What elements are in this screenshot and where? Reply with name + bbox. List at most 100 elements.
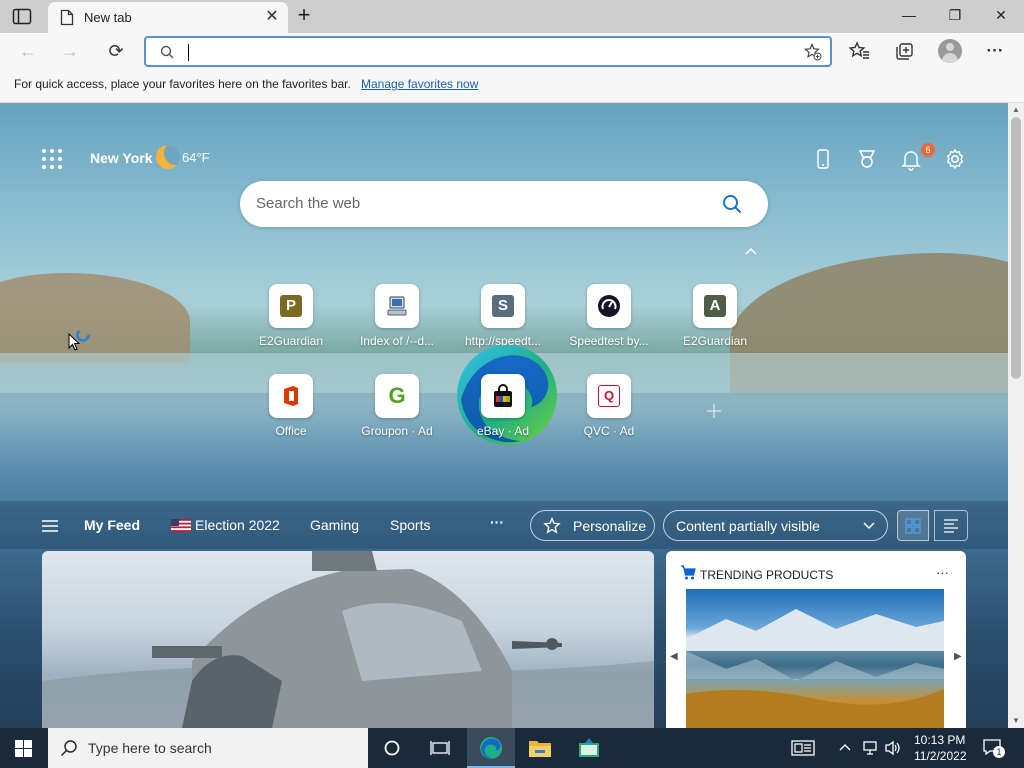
page-scrollbar[interactable]: ▲ ▼	[1008, 103, 1024, 728]
tab-election-2022[interactable]: Election 2022	[195, 517, 280, 533]
list-layout-icon	[944, 519, 958, 533]
helicopter-image	[42, 551, 654, 728]
windows-taskbar: Type here to search 10:13 PM 11/2/2022 1	[0, 728, 1024, 768]
tab-close-icon[interactable]: ✕	[262, 7, 282, 27]
moon-icon	[156, 145, 180, 169]
start-button[interactable]	[0, 728, 48, 768]
minimize-button[interactable]: —	[886, 0, 932, 30]
manage-favorites-link[interactable]: Manage favorites now	[361, 77, 478, 91]
computer-icon	[387, 296, 407, 316]
search-icon	[61, 740, 77, 756]
mountain-lake-image	[686, 609, 944, 728]
trending-products-card[interactable]: TRENDING PRODUCTS ··· ◀ ▶	[666, 551, 966, 728]
add-quick-link-plus-icon[interactable]	[705, 402, 723, 420]
quick-link-icon: S	[492, 295, 514, 317]
cortana-button[interactable]	[368, 728, 416, 768]
tab-my-feed[interactable]: My Feed	[84, 517, 140, 533]
web-search-placeholder[interactable]: Search the web	[256, 195, 360, 212]
browser-toolbar: ← → ⟳ ···	[0, 33, 1024, 69]
shopping-cart-icon	[681, 565, 696, 580]
weather-city[interactable]: New York	[90, 150, 153, 166]
quick-link-label: Groupon · Ad	[361, 424, 433, 438]
forward-button[interactable]: →	[58, 39, 82, 63]
quick-link-tile[interactable]: Office	[243, 374, 339, 454]
loading-spinner-icon	[76, 328, 90, 342]
taskbar-search-placeholder[interactable]: Type here to search	[88, 740, 212, 756]
new-tab-button[interactable]: +	[292, 4, 316, 28]
scroll-down-arrow-icon[interactable]: ▼	[1008, 714, 1024, 728]
content-visibility-dropdown[interactable]: Content partially visible	[663, 510, 888, 541]
settings-and-more-button[interactable]: ···	[983, 39, 1007, 63]
cortana-circle-icon	[384, 740, 400, 756]
favorites-bar-message: For quick access, place your favorites h…	[14, 77, 351, 91]
rewards-icon[interactable]	[855, 147, 879, 171]
carousel-next-arrow-icon[interactable]: ▶	[954, 651, 962, 662]
quick-link-icon: A	[704, 295, 726, 317]
carousel-prev-arrow-icon[interactable]: ◀	[670, 651, 678, 662]
window-close-button[interactable]: ✕	[978, 0, 1024, 30]
qvc-icon: Q	[598, 385, 620, 407]
list-view-button[interactable]	[934, 510, 968, 541]
quick-link-label: Index of /--d...	[359, 334, 435, 348]
feed-more-button[interactable]: ···	[490, 514, 504, 530]
taskbar-file-explorer-app[interactable]	[516, 728, 564, 768]
refresh-button[interactable]: ⟳	[104, 39, 128, 63]
maximize-button[interactable]: ❐	[932, 0, 978, 30]
taskbar-clock-date[interactable]: 11/2/2022	[914, 749, 967, 763]
us-flag-icon	[171, 519, 191, 532]
quick-link-tile[interactable]: eBay · Ad	[455, 374, 551, 454]
profile-avatar[interactable]	[938, 39, 962, 63]
quick-link-label: E2Guardian	[258, 334, 324, 348]
collections-icon[interactable]	[893, 39, 917, 63]
tab-gaming[interactable]: Gaming	[310, 517, 359, 533]
task-view-button[interactable]	[416, 728, 464, 768]
office-icon	[284, 386, 298, 406]
back-button[interactable]: ←	[16, 39, 40, 63]
taskbar-search-box[interactable]: Type here to search	[48, 728, 368, 768]
title-bar: New tab ✕ + — ❐ ✕	[0, 0, 1024, 33]
grid-view-button[interactable]	[897, 510, 929, 541]
quick-link-tile[interactable]: Q QVC · Ad	[561, 374, 657, 454]
taskbar-clock-time[interactable]: 10:13 PM	[914, 733, 965, 747]
collapse-links-chevron-up-icon[interactable]	[744, 245, 758, 257]
quick-link-label: QVC · Ad	[583, 424, 635, 438]
tab-new-tab[interactable]: New tab ✕	[48, 2, 288, 33]
search-icon[interactable]	[722, 194, 742, 214]
news-hero-card[interactable]	[42, 551, 654, 728]
add-favorite-icon[interactable]	[804, 43, 822, 61]
trending-product-image[interactable]	[686, 589, 944, 728]
phone-icon[interactable]	[811, 147, 835, 171]
page-settings-gear-icon[interactable]	[943, 147, 967, 171]
groupon-icon: G	[388, 383, 406, 408]
personalize-button[interactable]: Personalize	[530, 510, 655, 541]
menu-hamburger-icon[interactable]	[41, 519, 59, 533]
address-bar[interactable]	[144, 36, 832, 67]
quick-link-tile[interactable]: A E2Guardian	[667, 284, 763, 364]
tab-actions-icon[interactable]	[12, 8, 32, 25]
favorites-icon[interactable]	[848, 39, 872, 63]
action-center-button[interactable]: 1	[981, 736, 1007, 760]
weather-temperature[interactable]: 64°F	[182, 150, 210, 165]
scroll-thumb[interactable]	[1011, 117, 1021, 379]
speedometer-icon	[598, 295, 620, 317]
news-and-interests-icon[interactable]	[791, 740, 815, 756]
web-search-box[interactable]: Search the web	[240, 181, 768, 227]
content-visibility-label: Content partially visible	[676, 518, 820, 534]
taskbar-edge-app[interactable]	[467, 728, 515, 768]
notifications-bell-icon[interactable]	[899, 147, 923, 171]
trending-more-button[interactable]: ···	[936, 565, 949, 580]
tab-sports[interactable]: Sports	[390, 517, 430, 533]
quick-link-icon: P	[280, 295, 302, 317]
scroll-up-arrow-icon[interactable]: ▲	[1008, 103, 1024, 117]
quick-link-tile[interactable]: Speedtest by...	[561, 284, 657, 364]
network-icon[interactable]	[862, 740, 880, 756]
quick-link-tile[interactable]: G Groupon · Ad	[349, 374, 445, 454]
quick-link-tile[interactable]: Index of /--d...	[349, 284, 445, 364]
volume-icon[interactable]	[884, 740, 902, 756]
feed-navigation-bar: My Feed Election 2022 Gaming Sports ··· …	[0, 501, 1008, 549]
apps-launcher-icon[interactable]	[42, 149, 62, 169]
personalize-label: Personalize	[573, 518, 647, 534]
show-hidden-icons-chevron-up-icon[interactable]	[838, 742, 852, 752]
quick-link-tile[interactable]: P E2Guardian	[243, 284, 339, 364]
taskbar-app[interactable]	[565, 728, 613, 768]
